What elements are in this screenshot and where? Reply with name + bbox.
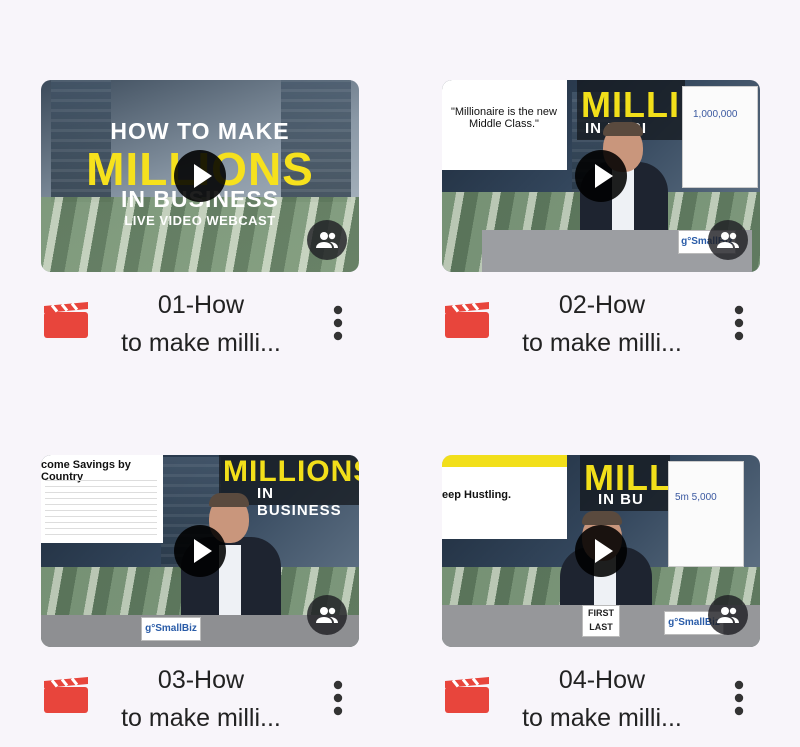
video-clapperboard-icon bbox=[44, 302, 88, 338]
file-title[interactable]: 02-How bbox=[502, 287, 702, 324]
presentation-slide: eep Hustling. bbox=[442, 455, 567, 539]
slide-table bbox=[45, 477, 157, 535]
file-title[interactable]: to make milli... bbox=[502, 325, 702, 362]
presenter-hair bbox=[603, 122, 643, 136]
people-icon bbox=[717, 232, 739, 248]
shared-badge bbox=[307, 220, 347, 260]
whiteboard: 5m 5,000 bbox=[668, 461, 744, 567]
video-thumbnail[interactable]: HOW TO MAKE MILLIONS IN BUSINESS LIVE VI… bbox=[41, 80, 359, 272]
desk-logo: g°SmallBiz bbox=[141, 617, 201, 641]
more-vert-icon[interactable] bbox=[333, 680, 343, 716]
video-clapperboard-icon bbox=[445, 302, 489, 338]
play-icon[interactable] bbox=[174, 150, 226, 202]
file-title[interactable]: to make milli... bbox=[101, 700, 301, 737]
people-icon bbox=[316, 607, 338, 623]
presenter-hair bbox=[582, 511, 622, 525]
play-icon[interactable] bbox=[174, 525, 226, 577]
slide-banner bbox=[442, 455, 567, 467]
thumbnail-heading: HOW TO MAKE bbox=[110, 118, 290, 144]
presentation-slide: come Savings by Country bbox=[41, 455, 163, 543]
screen-subtitle: IN BU bbox=[598, 491, 644, 508]
title-screen: MILL IN BU bbox=[580, 455, 671, 511]
slide-text: eep Hustling. bbox=[442, 489, 512, 501]
video-thumbnail[interactable]: come Savings by Country MILLIONS IN BUSI… bbox=[41, 455, 359, 647]
whiteboard-text: 1,000,000 bbox=[693, 109, 738, 120]
video-thumbnail[interactable]: eep Hustling. MILL IN BU 5m 5,000 FIRST … bbox=[442, 455, 760, 647]
video-thumbnail[interactable]: "Millionaire is the new Middle Class." M… bbox=[442, 80, 760, 272]
shared-badge bbox=[307, 595, 347, 635]
whiteboard-text: 5m 5,000 bbox=[675, 492, 717, 503]
screen-subtitle: IN BUSINESS bbox=[257, 485, 342, 519]
more-vert-icon[interactable] bbox=[734, 305, 744, 341]
video-clapperboard-icon bbox=[44, 677, 88, 713]
presenter-hair bbox=[209, 493, 249, 507]
people-icon bbox=[316, 232, 338, 248]
file-title[interactable]: 04-How bbox=[502, 662, 702, 699]
desk-book: FIRST LAST bbox=[582, 605, 620, 637]
slide-quote: "Millionaire is the new Middle Class." bbox=[450, 106, 557, 130]
shared-badge bbox=[708, 595, 748, 635]
file-title[interactable]: to make milli... bbox=[502, 700, 702, 737]
more-vert-icon[interactable] bbox=[333, 305, 343, 341]
people-icon bbox=[717, 607, 739, 623]
play-icon[interactable] bbox=[575, 525, 627, 577]
presentation-slide: "Millionaire is the new Middle Class." bbox=[442, 80, 567, 170]
play-icon[interactable] bbox=[575, 150, 627, 202]
video-clapperboard-icon bbox=[445, 677, 489, 713]
file-title[interactable]: 01-How bbox=[101, 287, 301, 324]
more-vert-icon[interactable] bbox=[734, 680, 744, 716]
shared-badge bbox=[708, 220, 748, 260]
file-title[interactable]: to make milli... bbox=[101, 325, 301, 362]
screen-title: MILLIONS bbox=[223, 455, 359, 488]
file-title[interactable]: 03-How bbox=[101, 662, 301, 699]
whiteboard: 1,000,000 bbox=[682, 86, 758, 188]
